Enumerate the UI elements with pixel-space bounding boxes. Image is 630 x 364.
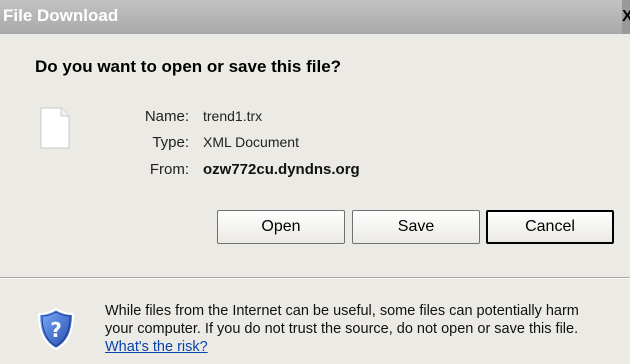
save-button[interactable]: Save	[352, 210, 480, 244]
file-source-value: ozw772cu.dyndns.org	[203, 161, 360, 178]
warning-line-1: While files from the Internet can be use…	[105, 303, 579, 319]
window-title: File Download	[3, 6, 119, 25]
file-download-dialog: File Download X Do you want to open or s…	[0, 0, 630, 364]
file-type-value: XML Document	[203, 134, 299, 150]
shield-question-icon: ?	[37, 307, 75, 351]
title-bar[interactable]: File Download X	[0, 0, 630, 34]
file-type-label: Type:	[152, 134, 189, 151]
file-source-label: From:	[149, 161, 189, 178]
open-button[interactable]: Open	[217, 210, 345, 244]
svg-text:?: ?	[50, 318, 62, 342]
dialog-question: Do you want to open or save this file?	[35, 57, 342, 76]
security-warning: While files from the Internet can be use…	[105, 302, 630, 356]
warning-line-2: your computer. If you do not trust the s…	[105, 321, 579, 337]
file-name-label: Name:	[144, 108, 189, 125]
close-button[interactable]: X	[622, 0, 630, 34]
whats-the-risk-link[interactable]: What's the risk?	[105, 339, 208, 355]
cancel-button[interactable]: Cancel	[486, 210, 614, 244]
file-name-value: trend1.trx	[203, 108, 263, 124]
separator-highlight	[0, 278, 630, 279]
